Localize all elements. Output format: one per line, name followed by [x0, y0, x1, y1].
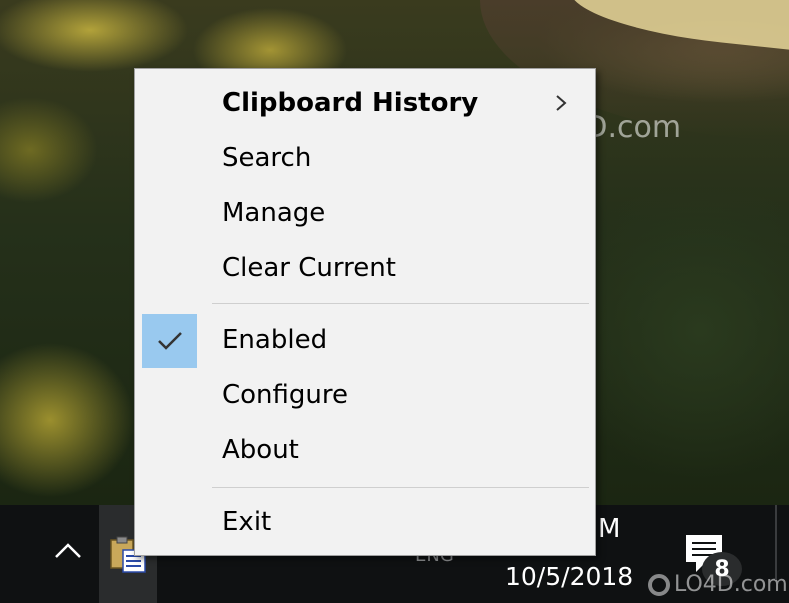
- menu-item-exit[interactable]: Exit: [135, 496, 595, 548]
- menu-item-label: Manage: [222, 198, 326, 228]
- menu-item-enabled[interactable]: Enabled: [135, 314, 595, 366]
- menu-item-label: Clipboard History: [222, 88, 479, 118]
- menu-item-label: Clear Current: [222, 253, 396, 283]
- watermark-text: LO4D.com: [674, 572, 788, 597]
- menu-item-label: Search: [222, 143, 312, 173]
- menu-item-label: Configure: [222, 380, 349, 410]
- menu-item-search[interactable]: Search: [135, 132, 595, 184]
- watermark-bottom: LO4D.com: [648, 572, 788, 597]
- menu-item-configure[interactable]: Configure: [135, 369, 595, 421]
- menu-item-about[interactable]: About: [135, 424, 595, 476]
- show-desktop-button[interactable]: [775, 505, 777, 580]
- show-hidden-icons-button[interactable]: [52, 538, 84, 564]
- menu-item-clipboard-history[interactable]: Clipboard History: [135, 77, 595, 129]
- watermark-logo-icon: [648, 573, 670, 596]
- menu-item-clear-current[interactable]: Clear Current: [135, 242, 595, 294]
- menu-separator: [212, 487, 589, 488]
- chevron-up-icon: [55, 543, 81, 558]
- menu-item-label: About: [222, 435, 299, 465]
- menu-separator: [212, 303, 589, 304]
- menu-item-label: Exit: [222, 507, 272, 537]
- context-menu: Clipboard History Search Manage Clear Cu…: [134, 68, 596, 556]
- clock-date[interactable]: 10/5/2018: [505, 562, 633, 591]
- menu-item-label: Enabled: [222, 325, 328, 355]
- menu-item-manage[interactable]: Manage: [135, 187, 595, 239]
- chevron-right-icon: [556, 95, 567, 111]
- clock-time[interactable]: M: [598, 514, 620, 544]
